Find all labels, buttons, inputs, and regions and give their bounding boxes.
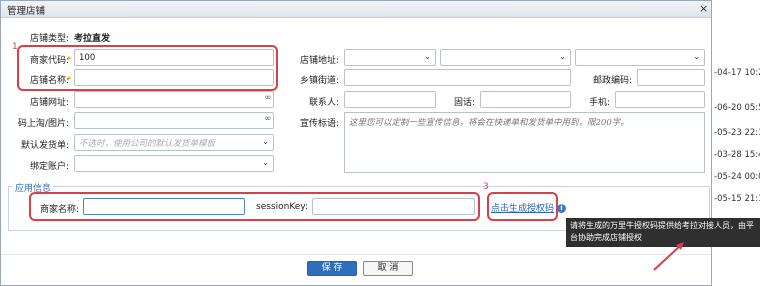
slogan-textarea[interactable] [344, 112, 705, 173]
default-slip-select[interactable]: 不选时，使用公司的默认发货单模板 ⌄ [74, 134, 274, 151]
chevron-down-icon: ⌄ [424, 52, 431, 61]
district-select[interactable]: ⌄ [575, 49, 705, 66]
contact-input[interactable] [344, 91, 436, 108]
store-type-label: 店铺类型: [29, 34, 69, 44]
cancel-button[interactable]: 取 消 [363, 261, 413, 276]
background-date: -04-17 10:22 [714, 68, 760, 78]
store-address-label: 店铺地址: [299, 56, 339, 66]
chevron-down-icon: ⌄ [262, 158, 269, 167]
mobile-input[interactable] [615, 91, 705, 108]
dialog-title: 管理店铺 [7, 6, 46, 17]
annotation-number-1: 1 [12, 42, 18, 52]
slogan-label: 宣传标语: [299, 119, 339, 129]
store-url-label: 店铺网址: [29, 98, 69, 108]
background-date: -05-24 00:00 [714, 172, 760, 182]
qr-image-input[interactable] [74, 112, 274, 129]
default-slip-placeholder: 不选时，使用公司的默认发货单模板 [79, 139, 216, 149]
landline-input[interactable] [480, 91, 571, 108]
qr-image-label: 码上淘/图片: [17, 119, 69, 129]
background-date: -03-28 15:45 [714, 150, 760, 160]
chevron-down-icon: ⌄ [693, 52, 700, 61]
town-street-input[interactable] [344, 69, 571, 86]
chevron-down-icon: ⌄ [559, 52, 566, 61]
bind-account-label: 绑定账户: [29, 162, 69, 172]
city-select[interactable]: ⌄ [440, 49, 571, 66]
dialog-titlebar: 管理店铺 × [1, 1, 711, 18]
footer-divider [1, 254, 711, 255]
store-type-value: 考拉直发 [74, 34, 111, 44]
chevron-down-icon: ⌄ [262, 137, 269, 146]
background-date: -05-23 22:10 [714, 128, 760, 138]
town-street-label: 乡镇街道: [299, 76, 339, 86]
background-date: -06-20 05:59 [714, 103, 760, 113]
postcode-input[interactable] [637, 69, 705, 86]
annotation-arrow-icon [653, 242, 684, 271]
province-select[interactable]: ⌄ [344, 49, 436, 66]
link-icon[interactable]: ∞ [264, 114, 272, 124]
landline-label: 固话: [453, 98, 475, 108]
background-date: -05-15 21:10 [714, 194, 760, 204]
store-url-input[interactable] [74, 91, 274, 108]
annotation-box-1 [17, 45, 278, 91]
postcode-label: 邮政编码: [592, 76, 632, 86]
contact-label: 联系人: [308, 98, 339, 108]
bind-account-select[interactable]: ⌄ [74, 155, 274, 172]
close-icon[interactable]: × [699, 2, 708, 15]
info-icon[interactable]: i [557, 204, 566, 213]
save-button[interactable]: 保 存 [307, 261, 357, 276]
annotation-box-3 [487, 192, 558, 221]
mobile-label: 手机: [588, 98, 610, 108]
annotation-box-2 [29, 192, 480, 221]
default-slip-label: 默认发货单: [20, 141, 69, 151]
annotation-number-3: 3 [483, 182, 489, 192]
link-icon[interactable]: ∞ [264, 93, 272, 103]
